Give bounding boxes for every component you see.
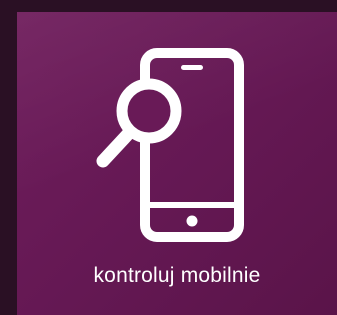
page-frame: kontroluj mobilnie <box>0 0 337 315</box>
tile-label: kontroluj mobilnie <box>93 264 261 287</box>
mobile-control-tile[interactable]: kontroluj mobilnie <box>17 12 337 315</box>
phone-search-icon <box>96 48 244 242</box>
